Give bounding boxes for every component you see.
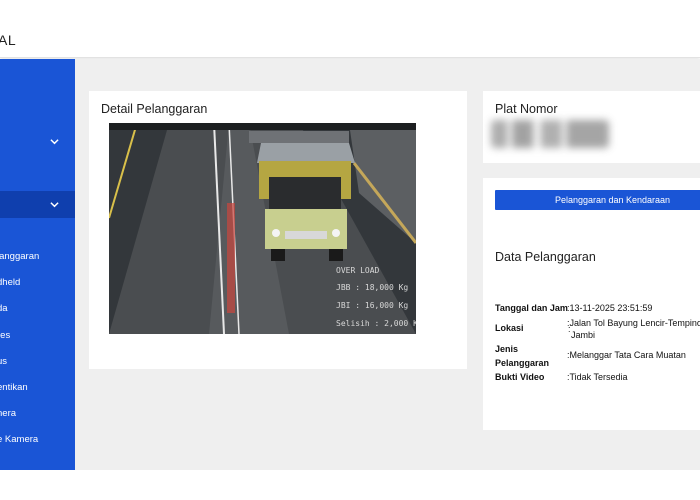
sidebar-item-handheld[interactable]: dheld: [0, 277, 20, 288]
lokasi-label: Lokasi: [495, 323, 524, 333]
tanggal-value: :13-11-2025 23:51:59: [567, 303, 653, 313]
lokasi-value-line-1: :Jalan Tol Bayung Lencir-Tempino: [567, 318, 700, 328]
plate-title: Plat Nomor: [495, 102, 558, 116]
sidebar-item-kamera[interactable]: nera: [0, 408, 16, 419]
sidebar-item-hentikan[interactable]: entikan: [0, 382, 28, 393]
page-footer-space: [0, 470, 700, 500]
sidebar-item-e-kamera[interactable]: e Kamera: [0, 434, 38, 445]
selisih-readout: Selisih : 2,000 Kg: [336, 319, 416, 328]
jenis-value: :Melanggar Tata Cara Muatan: [567, 350, 686, 360]
section-title-data-pelanggaran: Data Pelanggaran: [495, 250, 596, 264]
bukti-label: Bukti Video: [495, 372, 545, 382]
sidebar-active-group[interactable]: [0, 191, 75, 218]
jbb-readout: JBB : 18,000 Kg: [336, 283, 409, 292]
tanggal-label: Tanggal dan Jam: [495, 303, 568, 313]
data-card: Pelanggaran dan Kendaraan Data Pelanggar…: [483, 178, 700, 430]
top-bar: AL: [0, 0, 700, 58]
app-brand: AL: [0, 32, 17, 48]
plate-number-blurred: [491, 120, 609, 148]
sidebar: langgaran dheld da res us entikan nera e…: [0, 59, 75, 470]
lokasi-value-line-2: Jambi: [571, 330, 596, 340]
chevron-down-icon[interactable]: [50, 137, 59, 146]
sidebar-item-da[interactable]: da: [0, 303, 8, 314]
tab-pelanggaran-kendaraan[interactable]: Pelanggaran dan Kendaraan: [495, 190, 700, 210]
sidebar-item-us[interactable]: us: [0, 356, 7, 367]
overload-label: OVER LOAD: [336, 266, 380, 275]
detail-title: Detail Pelanggaran: [101, 102, 208, 116]
plate-card: Plat Nomor: [483, 91, 700, 163]
bukti-value: :Tidak Tersedia: [567, 372, 628, 382]
violation-photo: OVER LOAD JBB : 18,000 Kg JBI : 16,000 K…: [109, 123, 416, 334]
sidebar-item-res[interactable]: res: [0, 330, 10, 341]
jenis-label-line-2: Pelanggaran: [495, 358, 550, 368]
sidebar-item-pelanggaran[interactable]: langgaran: [0, 251, 39, 262]
jenis-label-line-1: Jenis: [495, 344, 519, 354]
chevron-down-icon[interactable]: [50, 200, 59, 209]
detail-card: Detail Pelanggaran OVER LOAD JBB : 18,00…: [89, 91, 467, 369]
jbi-readout: JBI : 16,000 Kg: [336, 301, 409, 310]
